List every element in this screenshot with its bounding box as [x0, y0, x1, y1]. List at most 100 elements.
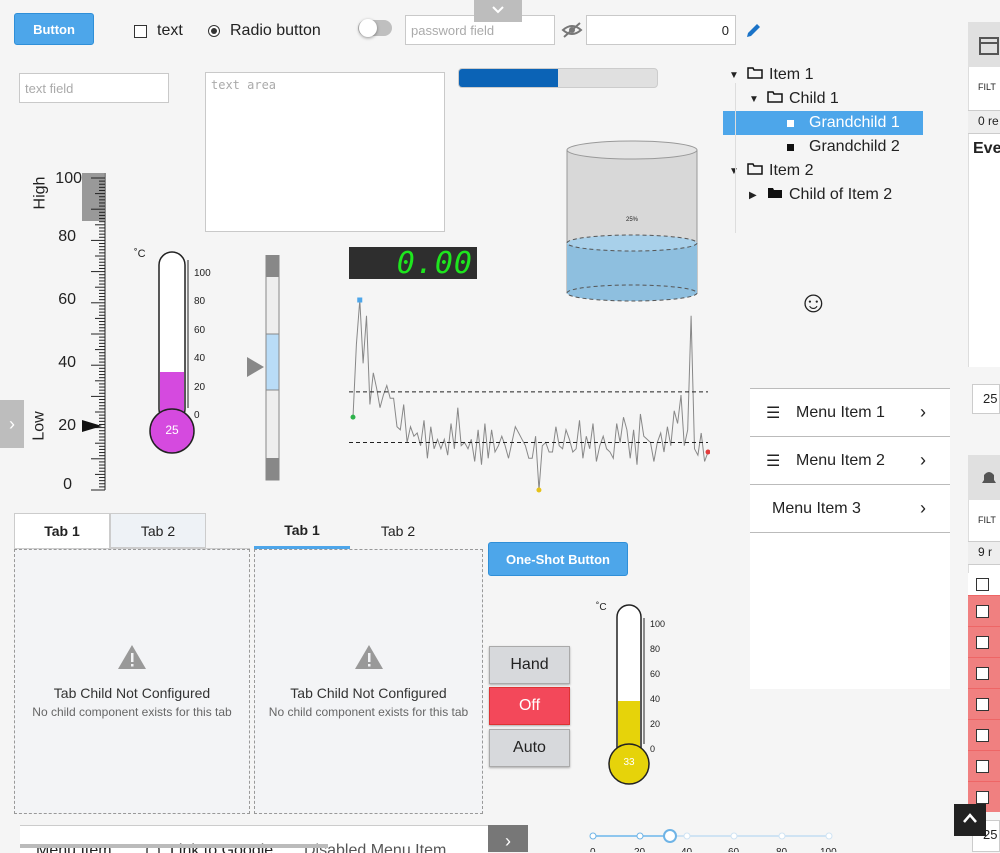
select-all-row[interactable]: [968, 573, 1000, 595]
list-icon: ☰: [766, 452, 781, 470]
chevron-right-icon: ›: [920, 498, 926, 518]
checkbox[interactable]: text: [134, 22, 183, 40]
alarm-row[interactable]: [968, 750, 1000, 781]
primary-button[interactable]: Button: [14, 13, 94, 45]
tree-item-1[interactable]: ▼ Item 1: [723, 63, 953, 87]
tank: 25%: [566, 140, 698, 305]
chevron-right-icon: ›: [920, 402, 926, 422]
alarm-row[interactable]: [968, 719, 1000, 750]
horizontal-slider[interactable]: 0 20 40 60 80 100: [588, 826, 838, 852]
tree-label: Item 2: [769, 162, 814, 179]
slider-tick: 20: [634, 847, 645, 852]
menu-scroll-right[interactable]: ›: [488, 825, 528, 852]
tree-item-2[interactable]: ▼ Item 2: [723, 159, 953, 183]
numeric-value: 0: [721, 22, 729, 38]
checkbox-label: text: [157, 22, 183, 39]
thermometer-1: ˚C 100 80 60 40 20 0 25: [130, 246, 230, 456]
menu-label: Menu Item 1: [796, 403, 885, 421]
password-placeholder: password field: [411, 22, 495, 38]
collapse-tab[interactable]: [474, 0, 522, 22]
tab-1[interactable]: Tab 1: [254, 513, 350, 549]
page-size-select[interactable]: 25: [972, 384, 1000, 414]
scale-tick: 20: [58, 417, 76, 434]
warning-icon: [117, 644, 147, 675]
thermo-tick: 80: [650, 644, 661, 654]
one-shot-button[interactable]: One-Shot Button: [488, 542, 628, 576]
vertical-range-slider[interactable]: [244, 254, 284, 481]
max-point: [357, 297, 363, 303]
menu-label: Menu Item 2: [796, 451, 885, 469]
radio-label: Radio button: [230, 22, 321, 39]
square-icon: [787, 119, 809, 127]
tree-child-of-item-2[interactable]: ▶ Child of Item 2: [723, 183, 953, 207]
tab-panel: Tab Child Not Configured No child compon…: [254, 549, 483, 814]
auto-button[interactable]: Auto: [489, 729, 570, 767]
radio-button[interactable]: Radio button: [208, 22, 321, 40]
checkbox-box[interactable]: [134, 24, 147, 38]
high-label: High: [31, 176, 48, 210]
off-button[interactable]: Off: [489, 687, 570, 725]
digital-display: 0.00: [349, 246, 477, 281]
thermometer-2: ˚C 100 80 60 40 20 0 33: [594, 600, 674, 790]
scale-tick: 100: [55, 170, 82, 187]
menu-item-3[interactable]: Menu Item 3 ›: [750, 485, 950, 533]
chevron-right-icon: ›: [920, 450, 926, 470]
tree-grandchild-1[interactable]: Grandchild 1: [723, 111, 923, 135]
caret-down-icon[interactable]: ▼: [749, 94, 767, 105]
tab-2[interactable]: Tab 2: [350, 513, 446, 549]
right-panel: FILT 0 re Eve 25 FILT 9 r 25: [968, 22, 1000, 852]
scroll-to-top-button[interactable]: [954, 804, 986, 836]
scale-tick: 0: [63, 476, 72, 493]
menu-item-2[interactable]: ☰ Menu Item 2 ›: [750, 437, 950, 485]
thermo-tick: 0: [194, 410, 200, 422]
tree-label: Child of Item 2: [789, 186, 893, 203]
sparkline-series: [352, 299, 709, 491]
left-expand-tab[interactable]: ›: [0, 400, 24, 448]
pencil-icon[interactable]: [745, 21, 763, 44]
thermo-tick: 100: [650, 619, 666, 629]
tab-2[interactable]: Tab 2: [110, 513, 206, 548]
tree-label: Grandchild 2: [809, 138, 900, 155]
alarm-row[interactable]: [968, 657, 1000, 688]
tab-1[interactable]: Tab 1: [14, 513, 110, 548]
folder-open-icon: [767, 90, 789, 108]
slider-tick: 0: [590, 847, 596, 852]
chevron-right-icon: ›: [505, 831, 511, 851]
scale-ruler: [82, 173, 106, 491]
panel-title: Tab Child Not Configured: [53, 685, 211, 701]
text-field[interactable]: text field: [19, 73, 169, 103]
panel-subtitle: No child component exists for this tab: [268, 705, 469, 719]
scale-tick: 40: [58, 354, 76, 371]
text-area[interactable]: text area: [205, 72, 445, 232]
thermometer-value: 25: [165, 423, 179, 437]
tree-child-1[interactable]: ▼ Child 1: [723, 87, 953, 111]
list-icon: ☰: [766, 404, 781, 422]
menu-item-1[interactable]: ☰ Menu Item 1 ›: [750, 389, 950, 437]
hand-button[interactable]: Hand: [489, 646, 570, 684]
alarm-row[interactable]: [968, 626, 1000, 657]
menu-label: Menu Item 3: [772, 499, 861, 517]
tab-panel: Tab Child Not Configured No child compon…: [14, 549, 250, 814]
numeric-input[interactable]: 0: [586, 15, 736, 45]
alarm-row[interactable]: [968, 688, 1000, 719]
min-point: [536, 487, 542, 493]
thermo-tick: 80: [194, 296, 206, 308]
tree-label: Child 1: [789, 90, 839, 107]
slider-tick: 60: [728, 847, 739, 852]
caret-down-icon[interactable]: ▼: [729, 70, 747, 81]
filter-label: FILT: [978, 515, 996, 525]
toggle-switch[interactable]: [358, 19, 392, 37]
tank-label: 25%: [625, 217, 638, 223]
scale-tick: 60: [58, 291, 76, 308]
radio-circle[interactable]: [208, 25, 220, 37]
eye-off-icon[interactable]: [561, 20, 583, 45]
horizontal-menu: Menu Item Link to Google Disabled Menu I…: [20, 825, 488, 853]
tree-grandchild-2[interactable]: Grandchild 2: [723, 135, 953, 159]
thermo-tick: 20: [650, 719, 661, 729]
smiley-icon: ☺: [798, 286, 829, 319]
caret-down-icon[interactable]: ▼: [729, 166, 747, 177]
caret-right-icon[interactable]: ▶: [749, 190, 767, 201]
chevron-down-icon: [491, 2, 505, 20]
tree-label: Grandchild 1: [809, 114, 900, 131]
alarm-row[interactable]: [968, 595, 1000, 626]
